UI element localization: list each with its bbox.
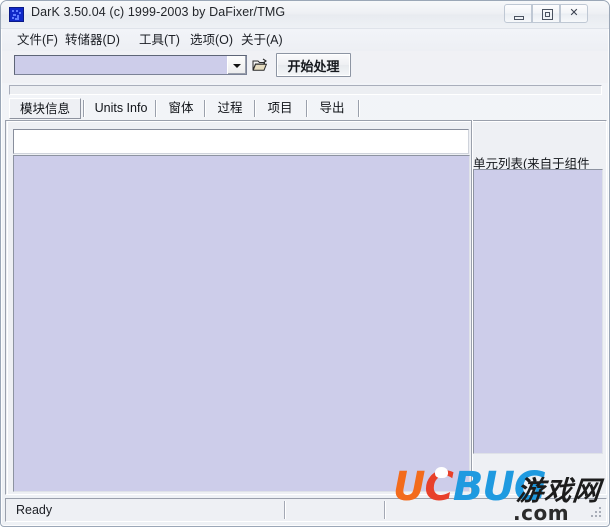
tab-forms[interactable]: 窗体 <box>159 98 203 119</box>
tab-separator <box>358 100 359 117</box>
tab-procedures[interactable]: 过程 <box>208 98 252 119</box>
tab-separator <box>254 100 255 117</box>
tab-project[interactable]: 项目 <box>258 98 302 119</box>
title-bar: DarK 3.50.04 (c) 1999-2003 by DaFixer/TM… <box>1 1 609 29</box>
menu-item-file[interactable]: 文件(F) <box>14 32 61 49</box>
app-icon <box>9 7 24 22</box>
resize-grip[interactable] <box>591 507 603 519</box>
open-folder-icon <box>252 58 268 71</box>
menu-item-about[interactable]: 关于(A) <box>238 32 286 49</box>
tab-separator <box>306 100 307 117</box>
module-info-edit[interactable] <box>13 129 469 154</box>
tab-module-info[interactable]: 模块信息 <box>9 98 81 119</box>
toolbar: 开始处理 <box>2 51 608 83</box>
tab-bar: 模块信息 Units Info 窗体 过程 项目 导出 <box>9 98 603 120</box>
module-list[interactable] <box>13 155 470 492</box>
tab-separator <box>204 100 205 117</box>
module-info-input[interactable] <box>14 130 468 153</box>
file-path-input[interactable] <box>15 56 228 74</box>
window-title: DarK 3.50.04 (c) 1999-2003 by DaFixer/TM… <box>31 5 286 19</box>
status-message: Ready <box>16 503 53 517</box>
status-bar: Ready <box>5 498 607 522</box>
chevron-down-icon[interactable] <box>227 56 246 74</box>
start-process-button[interactable]: 开始处理 <box>276 53 351 77</box>
tab-units-info[interactable]: Units Info <box>87 98 155 119</box>
menu-item-dumper[interactable]: 转储器(D) <box>62 32 123 49</box>
tab-export[interactable]: 导出 <box>310 98 354 119</box>
open-file-button[interactable] <box>250 55 270 75</box>
menu-bar: 文件(F) 转储器(D) 工具(T) 选项(O) 关于(A) <box>2 29 608 52</box>
menu-item-options[interactable]: 选项(O) <box>187 32 236 49</box>
application-window: DarK 3.50.04 (c) 1999-2003 by DaFixer/TM… <box>0 0 610 527</box>
close-icon: ✕ <box>569 7 579 19</box>
minimize-icon <box>514 16 524 20</box>
unit-list[interactable] <box>473 169 603 454</box>
maximize-icon <box>542 9 553 20</box>
tab-separator <box>155 100 156 117</box>
maximize-button[interactable] <box>532 4 560 23</box>
menu-item-tools[interactable]: 工具(T) <box>136 32 183 49</box>
minimize-button[interactable] <box>504 4 532 23</box>
close-button[interactable]: ✕ <box>560 4 588 23</box>
tab-separator <box>83 100 84 117</box>
file-path-combobox[interactable] <box>14 55 247 75</box>
status-separator <box>384 501 386 519</box>
status-separator <box>284 501 286 519</box>
toolbar-separator-strip <box>9 85 602 95</box>
